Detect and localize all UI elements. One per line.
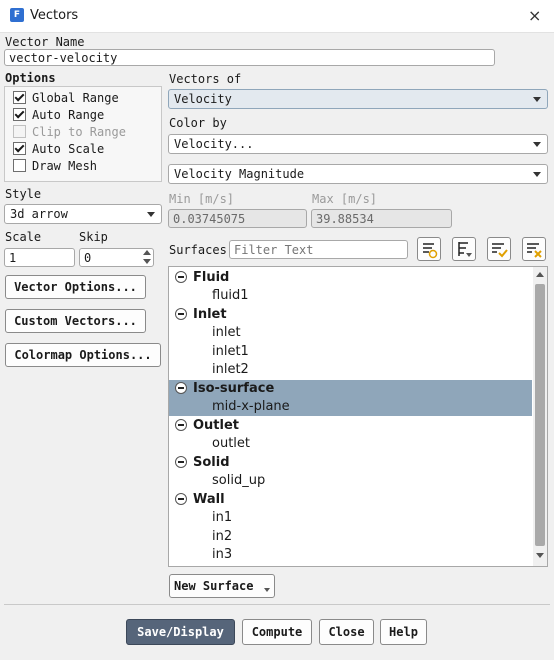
chevron-down-icon bbox=[533, 97, 541, 102]
vector-name-label: Vector Name bbox=[5, 35, 85, 49]
options-group: Global Range Auto Range Clip to Range Au… bbox=[4, 86, 162, 182]
save-display-button[interactable]: Save/Display bbox=[126, 619, 235, 645]
vector-options-button[interactable]: Vector Options... bbox=[5, 275, 146, 299]
max-label: Max [m/s] bbox=[312, 192, 378, 206]
tree-item-solid-up[interactable]: solid_up bbox=[169, 472, 532, 490]
checkbox-icon[interactable] bbox=[13, 142, 26, 155]
title-bar bbox=[0, 0, 554, 33]
draw-mesh-checkbox[interactable]: Draw Mesh bbox=[13, 158, 126, 175]
chevron-down-icon bbox=[533, 142, 541, 147]
style-label: Style bbox=[5, 187, 42, 201]
global-range-checkbox[interactable]: Global Range bbox=[13, 90, 126, 107]
color-by-dropdown[interactable]: Velocity... bbox=[168, 134, 548, 154]
tree-item-mid-x-plane[interactable]: mid-x-plane bbox=[169, 398, 532, 416]
colormap-options-button[interactable]: Colormap Options... bbox=[5, 343, 161, 367]
auto-range-checkbox[interactable]: Auto Range bbox=[13, 107, 126, 124]
list-clear-icon bbox=[527, 243, 542, 258]
scroll-up-icon[interactable] bbox=[536, 272, 544, 277]
collapse-icon[interactable] bbox=[175, 493, 187, 505]
custom-vectors-button[interactable]: Custom Vectors... bbox=[5, 309, 146, 333]
compute-button[interactable]: Compute bbox=[242, 619, 312, 645]
checkbox-icon[interactable] bbox=[13, 108, 26, 121]
tree-group-iso-surface[interactable]: Iso-surface bbox=[169, 380, 532, 398]
chevron-down-icon bbox=[147, 212, 155, 217]
scale-label: Scale bbox=[5, 230, 42, 244]
collapse-icon[interactable] bbox=[175, 308, 187, 320]
collapse-icon[interactable] bbox=[175, 456, 187, 468]
deselect-all-button[interactable] bbox=[522, 237, 546, 261]
close-button[interactable]: Close bbox=[319, 619, 374, 645]
max-value-field: 39.88534 bbox=[311, 209, 452, 228]
list-check-icon bbox=[492, 243, 508, 258]
min-label: Min [m/s] bbox=[169, 192, 235, 206]
tree-item-in2[interactable]: in2 bbox=[169, 528, 532, 546]
surfaces-label: Surfaces bbox=[169, 243, 227, 257]
surfaces-filter-input[interactable] bbox=[229, 240, 408, 259]
tree-item-fluid1[interactable]: fluid1 bbox=[169, 287, 532, 305]
tree-item-inlet[interactable]: inlet bbox=[169, 324, 532, 342]
skip-label: Skip bbox=[79, 230, 108, 244]
chevron-down-icon bbox=[264, 588, 270, 592]
collapse-icon[interactable] bbox=[175, 419, 187, 431]
chevron-down-icon bbox=[533, 172, 541, 177]
surfaces-tree[interactable]: Fluid fluid1 Inlet inlet inlet1 inlet2 I… bbox=[168, 266, 548, 567]
auto-scale-checkbox[interactable]: Auto Scale bbox=[13, 141, 126, 158]
scroll-down-icon[interactable] bbox=[536, 553, 544, 558]
color-by-sub-dropdown[interactable]: Velocity Magnitude bbox=[168, 164, 548, 184]
tree-group-solid[interactable]: Solid bbox=[169, 454, 532, 472]
new-surface-button[interactable]: New Surface bbox=[169, 574, 275, 598]
vector-name-input[interactable]: vector-velocity bbox=[4, 49, 495, 66]
vectors-of-dropdown[interactable]: Velocity bbox=[168, 89, 548, 109]
select-all-surfaces-button[interactable] bbox=[417, 237, 441, 261]
options-label: Options bbox=[5, 71, 56, 85]
tree-group-wall[interactable]: Wall bbox=[169, 491, 532, 509]
style-dropdown[interactable]: 3d arrow bbox=[4, 204, 162, 224]
divider bbox=[4, 604, 550, 605]
tree-item-inlet1[interactable]: inlet1 bbox=[169, 343, 532, 361]
color-by-label: Color by bbox=[169, 116, 227, 130]
collapse-icon[interactable] bbox=[175, 271, 187, 283]
scale-input[interactable]: 1 bbox=[4, 248, 75, 267]
list-group-icon bbox=[458, 242, 472, 257]
skip-stepper-up-icon[interactable] bbox=[143, 250, 151, 255]
select-checked-button[interactable] bbox=[487, 237, 511, 261]
vectors-of-label: Vectors of bbox=[169, 72, 242, 86]
skip-stepper-down-icon[interactable] bbox=[143, 259, 151, 264]
list-filter-icon bbox=[423, 243, 438, 259]
checkbox-icon[interactable] bbox=[13, 91, 26, 104]
help-button[interactable]: Help bbox=[380, 619, 427, 645]
tree-group-inlet[interactable]: Inlet bbox=[169, 306, 532, 324]
surface-groups-button[interactable] bbox=[452, 237, 476, 261]
checkbox-icon[interactable] bbox=[13, 159, 26, 172]
tree-item-outlet[interactable]: outlet bbox=[169, 435, 532, 453]
tree-item-in1[interactable]: in1 bbox=[169, 509, 532, 527]
scrollbar-thumb[interactable] bbox=[535, 284, 545, 546]
close-icon[interactable]: × bbox=[528, 6, 541, 25]
checkbox-icon bbox=[13, 125, 26, 138]
window-title: Vectors bbox=[30, 8, 79, 23]
tree-group-outlet[interactable]: Outlet bbox=[169, 417, 532, 435]
tree-item-in3[interactable]: in3 bbox=[169, 546, 532, 564]
tree-item-inlet2[interactable]: inlet2 bbox=[169, 361, 532, 379]
collapse-icon[interactable] bbox=[175, 382, 187, 394]
clip-to-range-checkbox: Clip to Range bbox=[13, 124, 126, 141]
app-icon: F bbox=[10, 8, 24, 22]
min-value-field: 0.03745075 bbox=[168, 209, 307, 228]
tree-group-fluid[interactable]: Fluid bbox=[169, 269, 532, 287]
